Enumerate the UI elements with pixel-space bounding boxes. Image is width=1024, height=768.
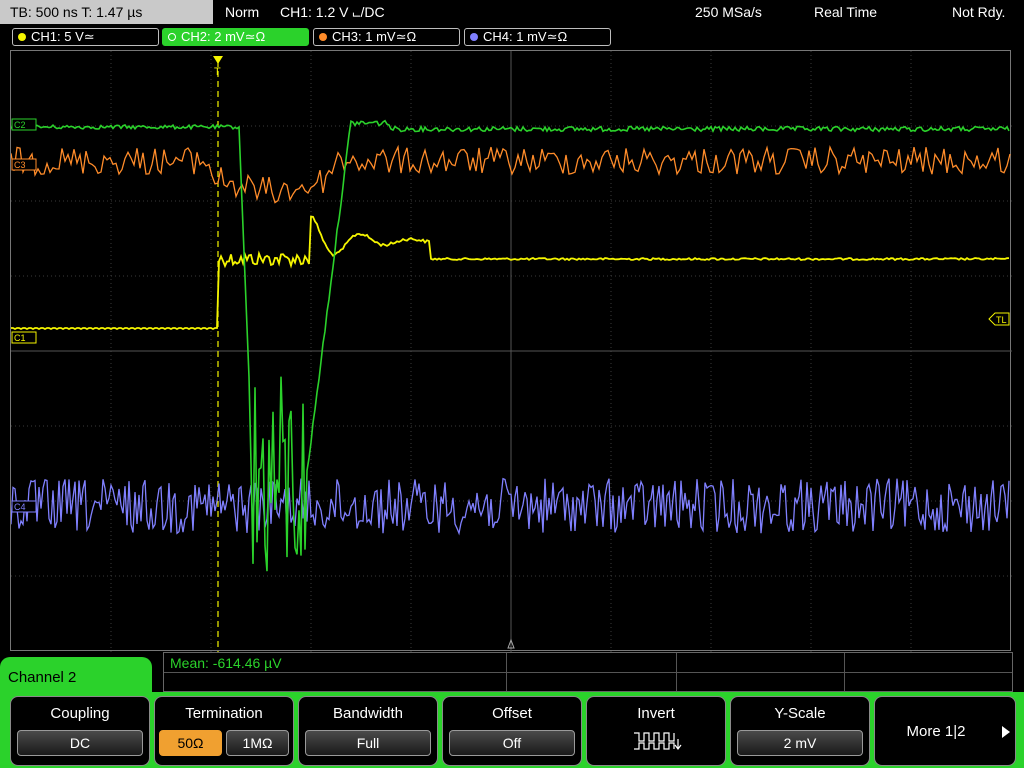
mean-measurement: Mean: -614.46 µV	[170, 655, 282, 671]
more-softkey[interactable]: More 1|2	[874, 696, 1016, 766]
ch4-ground-marker[interactable]: C4	[11, 500, 37, 513]
trigger-position-marker[interactable]: T	[213, 56, 223, 78]
yscale-softkey[interactable]: Y-Scale 2 mV	[730, 696, 870, 766]
sample-rate: 250 MSa/s	[695, 4, 762, 20]
waveform-grid: T TL C1 C2 C3 C4	[11, 51, 1012, 652]
waveform-display[interactable]: T TL C1 C2 C3 C4	[10, 50, 1012, 652]
more-arrow-icon	[1002, 726, 1010, 738]
channel-1-chip[interactable]: CH1: 5 V≃	[12, 28, 159, 46]
acquisition-mode: Real Time	[814, 4, 878, 20]
termination-title: Termination	[185, 705, 263, 722]
channel-2-label: CH2: 2 mV≃Ω	[181, 29, 266, 44]
timebase-readout[interactable]: TB: 500 ns T: 1.47 µs	[0, 0, 213, 24]
termination-softkey[interactable]: Termination 50Ω 1MΩ	[154, 696, 294, 766]
ch2-marker-label: C2	[14, 120, 26, 130]
termination-50ohm-button[interactable]: 50Ω	[159, 730, 222, 756]
offset-title: Offset	[492, 705, 532, 722]
trigger-level-label: TL	[996, 315, 1007, 325]
coupling-title: Coupling	[50, 705, 110, 722]
ch1-marker-label: C1	[14, 333, 26, 343]
trigger-mode[interactable]: Norm	[225, 0, 259, 24]
more-label: More 1|2	[906, 723, 966, 740]
coupling-value-button[interactable]: DC	[17, 730, 143, 756]
channel-2-chip[interactable]: CH2: 2 mV≃Ω	[162, 28, 309, 46]
ch3-ground-marker[interactable]: C3	[11, 158, 37, 171]
bandwidth-value-button[interactable]: Full	[305, 730, 431, 756]
offset-value-button[interactable]: Off	[449, 730, 575, 756]
channel-3-label: CH3: 1 mV≃Ω	[332, 29, 417, 44]
channel-4-chip[interactable]: CH4: 1 mV≃Ω	[464, 28, 611, 46]
ch4-trace	[11, 477, 1010, 536]
invert-title: Invert	[637, 705, 675, 722]
yscale-title: Y-Scale	[774, 705, 826, 722]
channel-bar: CH1: 5 V≃ CH2: 2 mV≃Ω CH3: 1 mV≃Ω CH4: 1…	[0, 24, 1024, 48]
channel-1-dot-icon	[18, 33, 26, 41]
channel-1-label: CH1: 5 V≃	[31, 29, 95, 44]
status-bar: TB: 500 ns T: 1.47 µs Norm CH1: 1.2 V ⨽/…	[0, 0, 1024, 24]
coupling-softkey[interactable]: Coupling DC	[10, 696, 150, 766]
ch4-marker-label: C4	[14, 502, 26, 512]
ch1-trace	[11, 215, 1010, 331]
invert-waveform-icon	[634, 732, 682, 750]
trigger-status: Not Rdy.	[952, 4, 1006, 20]
trigger-position-label: T	[214, 66, 221, 78]
ch2-ground-marker[interactable]: C2	[11, 118, 37, 131]
channel-3-chip[interactable]: CH3: 1 mV≃Ω	[313, 28, 460, 46]
measurement-panel: Mean: -614.46 µV	[163, 652, 1013, 692]
yscale-value-button[interactable]: 2 mV	[737, 730, 863, 756]
channel-2-dot-icon	[168, 33, 176, 41]
offset-softkey[interactable]: Offset Off	[442, 696, 582, 766]
channel-4-dot-icon	[470, 33, 478, 41]
trigger-level-marker[interactable]: TL	[988, 312, 1010, 326]
bandwidth-softkey[interactable]: Bandwidth Full	[298, 696, 438, 766]
bandwidth-title: Bandwidth	[332, 705, 404, 722]
invert-softkey[interactable]: Invert	[586, 696, 726, 766]
channel-4-label: CH4: 1 mV≃Ω	[483, 29, 568, 44]
channel-3-dot-icon	[319, 33, 327, 41]
ch1-ground-marker[interactable]: C1	[11, 331, 37, 344]
trigger-readout[interactable]: CH1: 1.2 V ⨽/DC	[280, 0, 385, 24]
ch3-marker-label: C3	[14, 160, 26, 170]
termination-1mohm-button[interactable]: 1MΩ	[226, 730, 289, 756]
ch2-trace	[11, 119, 1010, 572]
